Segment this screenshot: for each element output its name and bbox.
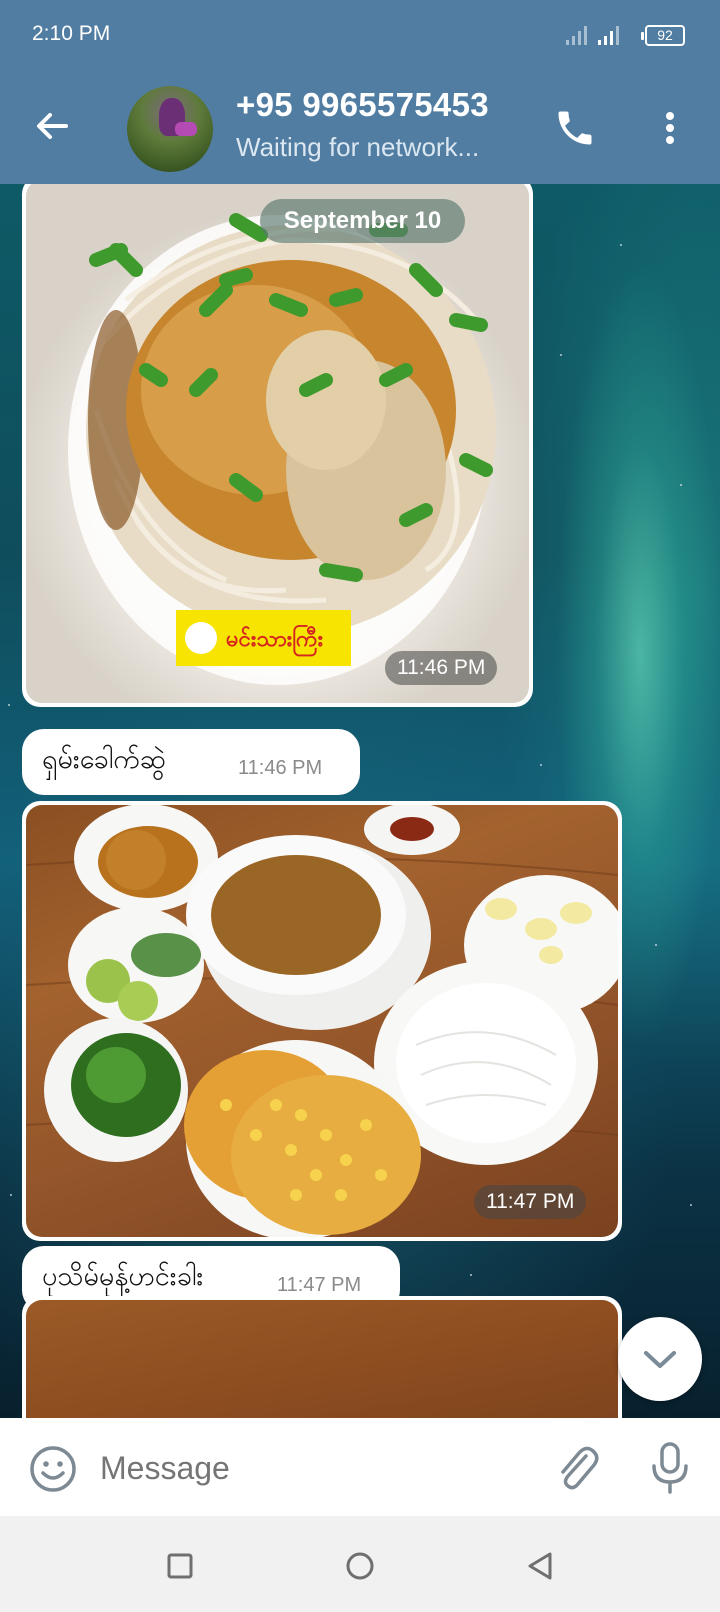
more-vert-icon[interactable]	[655, 104, 685, 152]
chat-header: +95 9965575453 Waiting for network...	[0, 72, 720, 184]
emoji-icon[interactable]	[28, 1444, 78, 1494]
photo-message[interactable]	[22, 1296, 622, 1418]
message-time: 11:47 PM	[474, 1185, 587, 1219]
scroll-down-button[interactable]	[618, 1317, 702, 1401]
noodle-photo: မင်းသားကြီး	[68, 213, 496, 685]
back-nav-icon[interactable]	[520, 1546, 560, 1586]
avatar[interactable]	[127, 86, 213, 172]
photo-message[interactable]: မင်းသားကြီး 11:46 PM	[22, 184, 533, 707]
message-text: ပုသိမ်မုန့်ဟင်းခါး	[42, 1261, 204, 1292]
photo-message[interactable]: 11:47 PM	[22, 801, 622, 1241]
message-time: 11:46 PM	[238, 757, 323, 779]
phone-icon[interactable]	[553, 106, 597, 150]
chat-status: Waiting for network...	[236, 132, 480, 162]
paperclip-icon[interactable]	[552, 1442, 600, 1494]
message-text: ရှမ်းခေါက်ဆွဲ	[42, 744, 166, 775]
status-bar: 2:10 PM 92	[0, 0, 720, 72]
date-chip: September 10	[260, 199, 465, 243]
battery-level: 92	[657, 27, 673, 43]
text-message[interactable]: ရှမ်းခေါက်ဆွဲ 11:46 PM	[22, 729, 360, 795]
arrow-left-icon[interactable]	[30, 104, 74, 148]
status-time: 2:10 PM	[32, 22, 111, 45]
chevron-down-icon	[644, 1351, 676, 1368]
home-icon[interactable]	[340, 1546, 380, 1586]
battery-indicator: 92	[641, 25, 685, 46]
signal-icon	[598, 26, 619, 45]
message-time: 11:46 PM	[385, 651, 498, 685]
system-nav-bar	[0, 1516, 720, 1612]
microphone-icon[interactable]	[648, 1440, 692, 1496]
message-time: 11:47 PM	[277, 1274, 362, 1296]
chat-title[interactable]: +95 9965575453	[236, 86, 489, 124]
food-spread-photo	[26, 805, 618, 1237]
message-input[interactable]	[100, 1446, 520, 1490]
signal-icon	[566, 26, 587, 45]
chat-area[interactable]: မင်းသားကြီး 11:46 PM September 10 ရှမ်းခ…	[0, 184, 720, 1418]
recents-icon[interactable]	[160, 1546, 200, 1586]
message-input-bar	[0, 1418, 720, 1516]
